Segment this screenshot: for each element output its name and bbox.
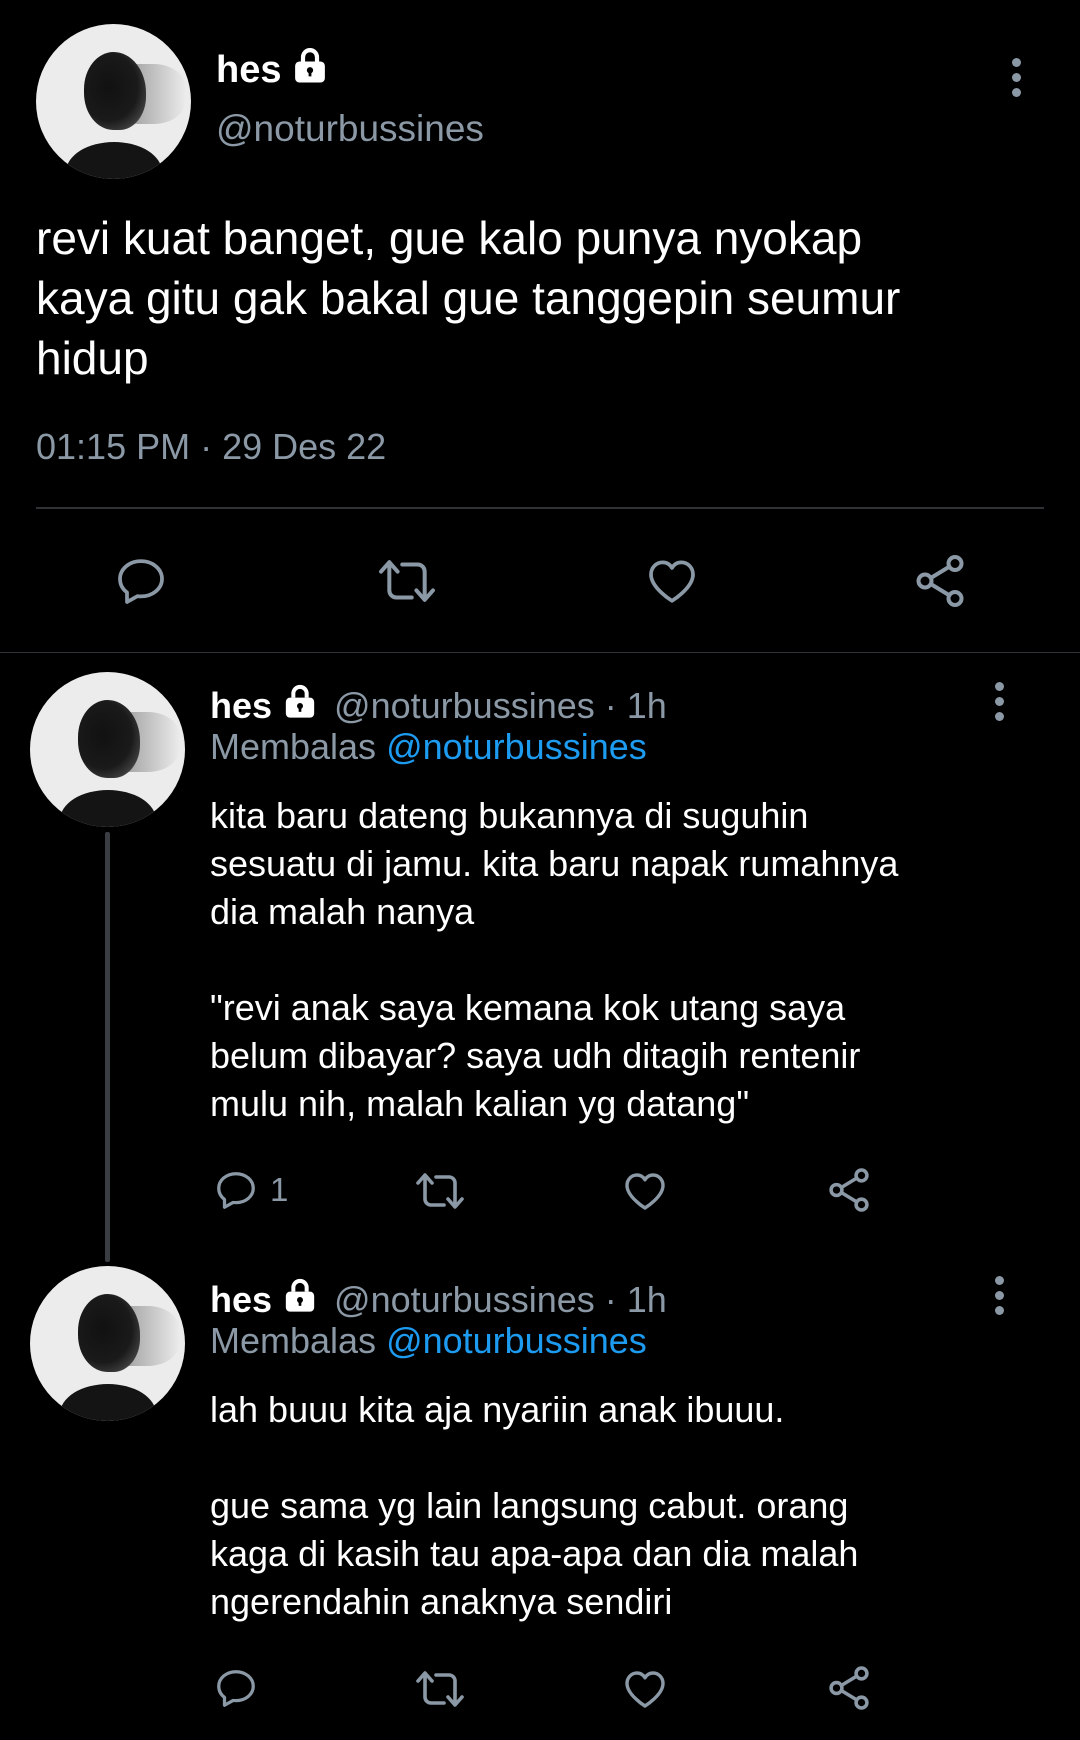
main-tweet: hes @noturbussines revi kuat banget, gue… — [0, 0, 1080, 653]
tweet-text: revi kuat banget, gue kalo punya nyokap … — [36, 212, 901, 384]
more-vertical-icon[interactable] — [1010, 58, 1022, 103]
avatar[interactable] — [30, 672, 185, 827]
reply-count: 1 — [270, 1171, 289, 1208]
divider — [36, 507, 1044, 509]
heart-icon — [649, 560, 695, 603]
author-name-line: hes @noturbussines · 1h — [210, 681, 667, 730]
retweet-icon — [416, 1173, 464, 1209]
display-name[interactable]: hes — [216, 49, 281, 92]
share-icon — [829, 1168, 869, 1212]
author-name-line: hes — [216, 44, 331, 96]
tweet-text: kita baru dateng bukannya di suguhin ses… — [210, 795, 899, 1124]
more-vertical-icon[interactable] — [993, 1276, 1005, 1321]
author-handle[interactable]: @noturbussines · 1h — [334, 1279, 667, 1321]
avatar[interactable] — [36, 24, 191, 179]
display-name[interactable]: hes — [210, 1279, 272, 1321]
share-icon — [916, 555, 964, 607]
reply-button[interactable] — [212, 1665, 270, 1711]
retweet-button[interactable] — [374, 555, 440, 607]
tweet-timestamp[interactable]: 01:15 PM · 29 Des 22 — [36, 426, 386, 468]
retweet-button[interactable] — [412, 1169, 468, 1213]
avatar[interactable] — [30, 1266, 185, 1421]
reply-context: Membalas @noturbussines — [210, 726, 647, 768]
share-button[interactable] — [824, 1165, 874, 1215]
thread-connector — [105, 832, 110, 1262]
reply-icon — [217, 1172, 255, 1209]
share-icon — [829, 1666, 869, 1710]
reply-mention-link[interactable]: @noturbussines — [386, 726, 647, 767]
like-button[interactable] — [620, 1665, 670, 1713]
retweet-icon — [416, 1671, 464, 1707]
author-handle[interactable]: @noturbussines · 1h — [334, 685, 667, 727]
more-vertical-icon[interactable] — [993, 682, 1005, 727]
retweet-button[interactable] — [412, 1667, 468, 1711]
retweet-icon — [379, 560, 435, 602]
reply-button[interactable] — [112, 553, 170, 609]
like-button[interactable] — [620, 1167, 670, 1215]
share-button[interactable] — [824, 1663, 874, 1713]
reply-context: Membalas @noturbussines — [210, 1320, 647, 1362]
lock-icon — [280, 681, 320, 730]
lock-icon — [280, 1275, 320, 1324]
author-name-line: hes @noturbussines · 1h — [210, 1275, 667, 1324]
reply-prefix: Membalas — [210, 726, 387, 767]
author-handle[interactable]: @noturbussines — [216, 108, 484, 150]
reply-prefix: Membalas — [210, 1320, 387, 1361]
share-button[interactable] — [910, 551, 970, 611]
heart-icon — [625, 1173, 665, 1210]
display-name[interactable]: hes — [210, 685, 272, 727]
reply-mention-link[interactable]: @noturbussines — [386, 1320, 647, 1361]
reply-button[interactable]: 1 — [212, 1167, 288, 1213]
tweet-text: lah buuu kita aja nyariin anak ibuuu. gu… — [210, 1389, 859, 1622]
reply-icon — [217, 1670, 255, 1707]
heart-icon — [625, 1671, 665, 1708]
lock-icon — [289, 44, 331, 96]
like-button[interactable] — [643, 553, 701, 609]
reply-icon — [118, 559, 164, 604]
